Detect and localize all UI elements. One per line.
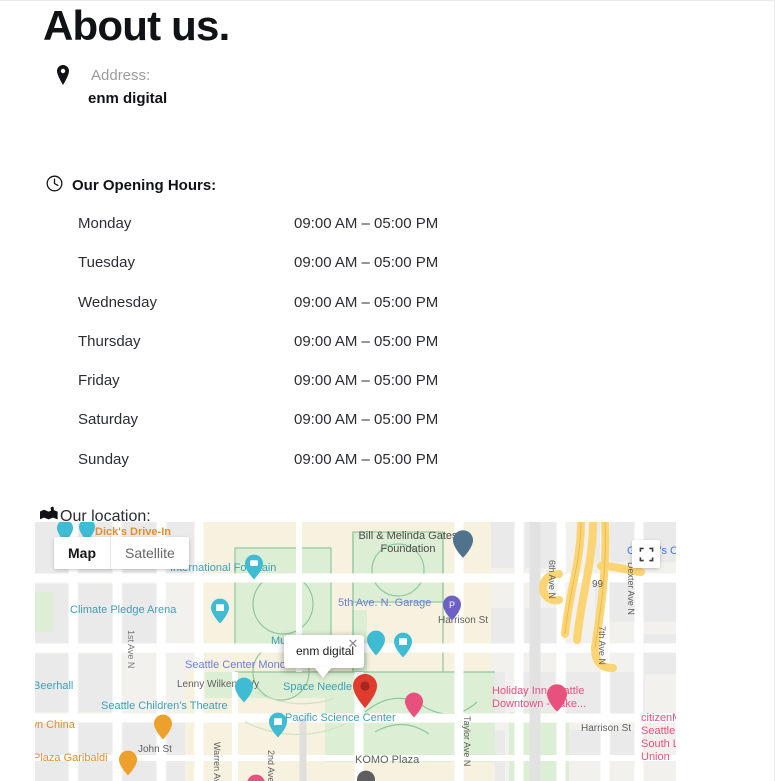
poi-parking-icon[interactable]: P	[443, 595, 461, 621]
map-pin-icon	[57, 65, 69, 85]
day-label: Friday	[78, 372, 120, 390]
day-label: Monday	[78, 215, 132, 232]
svg-text:P: P	[449, 600, 455, 610]
map-type-control[interactable]: Map Satellite	[54, 537, 189, 569]
poi-marker-icon[interactable]	[269, 712, 287, 738]
day-hours: 09:00 AM – 05:00 PM	[294, 372, 439, 390]
poi-marker-icon[interactable]	[357, 770, 375, 781]
table-row: Wednesday 09:00 AM – 05:00 PM	[78, 292, 473, 331]
day-hours: 09:00 AM – 05:00 PM	[294, 293, 439, 311]
day-hours: 09:00 AM – 05:00 PM	[294, 215, 439, 232]
day-label: Tuesday	[78, 254, 135, 272]
clock-icon	[46, 175, 63, 192]
day-hours: 09:00 AM – 05:00 PM	[294, 332, 439, 350]
day-label: Sunday	[78, 450, 129, 468]
about-us-page: About us. Address: enm digital Our Openi…	[0, 0, 775, 781]
poi-restaurant-icon[interactable]	[154, 714, 172, 740]
fullscreen-button[interactable]	[632, 540, 660, 568]
page-title: About us.	[43, 2, 230, 49]
poi-marker-icon[interactable]	[394, 632, 412, 658]
poi-marker-icon[interactable]	[547, 684, 567, 712]
poi-marker-icon[interactable]	[405, 692, 423, 718]
opening-hours-table: Monday 09:00 AM – 05:00 PM Tuesday 09:00…	[78, 213, 473, 488]
poi-marker-icon[interactable]	[453, 530, 473, 558]
table-row: Tuesday 09:00 AM – 05:00 PM	[78, 252, 473, 291]
location-marker-red[interactable]	[353, 674, 377, 708]
day-label: Wednesday	[78, 293, 157, 311]
info-window-bubble: enm digital ✕	[284, 635, 364, 668]
close-icon[interactable]: ✕	[346, 637, 360, 651]
day-label: Saturday	[78, 411, 139, 429]
day-hours: 09:00 AM – 05:00 PM	[294, 254, 439, 272]
table-row: Sunday 09:00 AM – 05:00 PM	[78, 449, 473, 488]
map-type-map-button[interactable]: Map	[54, 537, 110, 569]
map-flag-icon	[40, 506, 58, 520]
fullscreen-icon	[639, 547, 653, 561]
table-row: Saturday 09:00 AM – 05:00 PM	[78, 409, 473, 448]
opening-hours-title: Our Opening Hours:	[72, 177, 217, 194]
table-row: Thursday 09:00 AM – 05:00 PM	[78, 331, 473, 370]
day-hours: 09:00 AM – 05:00 PM	[294, 450, 439, 468]
table-row: Monday 09:00 AM – 05:00 PM	[78, 213, 473, 252]
poi-marker-icon[interactable]	[211, 598, 229, 624]
day-label: Thursday	[78, 332, 141, 350]
table-row: Friday 09:00 AM – 05:00 PM	[78, 370, 473, 409]
poi-marker-icon[interactable]	[235, 677, 253, 703]
address-value: enm digital	[88, 90, 168, 107]
map-type-satellite-button[interactable]: Satellite	[110, 537, 189, 569]
poi-restaurant-icon[interactable]	[119, 750, 137, 776]
poi-marker-icon[interactable]	[367, 630, 385, 656]
day-hours: 09:00 AM – 05:00 PM	[294, 411, 439, 429]
poi-marker-icon[interactable]	[247, 774, 265, 781]
poi-marker-icon[interactable]	[245, 554, 263, 580]
map-info-window[interactable]: enm digital ✕	[284, 635, 364, 668]
address-label: Address:	[91, 67, 151, 84]
